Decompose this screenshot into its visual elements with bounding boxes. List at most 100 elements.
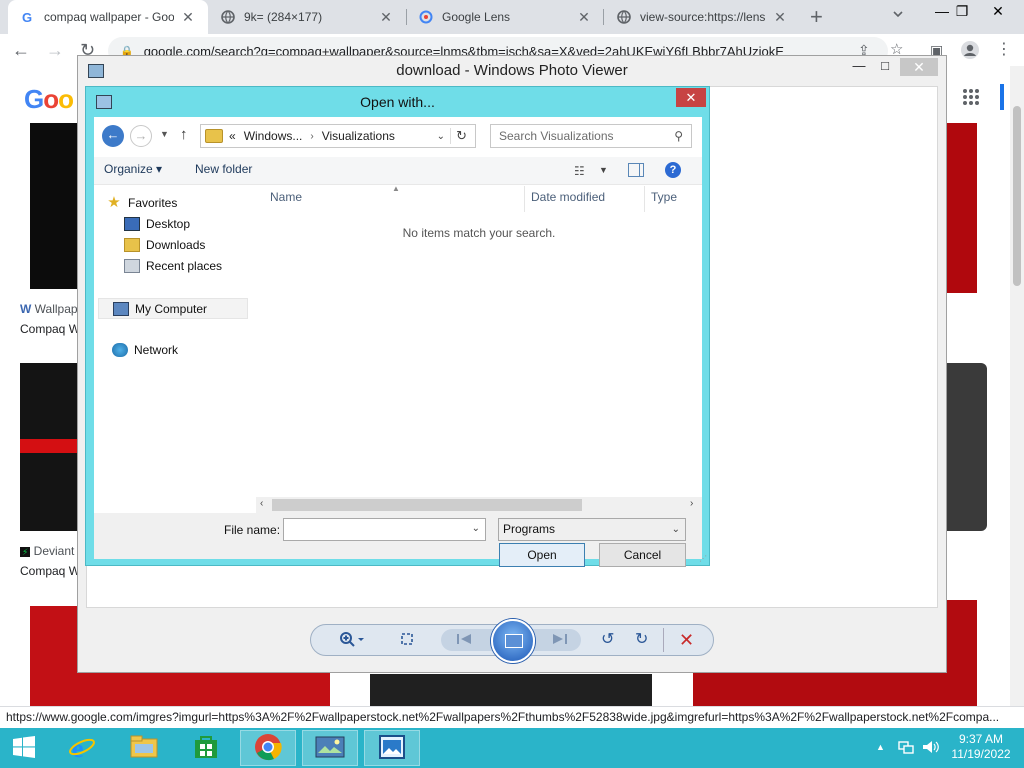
- cancel-button[interactable]: Cancel: [599, 543, 686, 567]
- new-tab-button[interactable]: +: [810, 4, 823, 30]
- open-button[interactable]: Open: [499, 543, 585, 567]
- taskbar-internet-explorer[interactable]: e: [54, 730, 110, 766]
- taskbar-chrome[interactable]: [240, 730, 296, 766]
- delete-icon[interactable]: ✕: [679, 631, 694, 649]
- result-thumbnail[interactable]: [370, 674, 652, 706]
- taskbar-file-explorer[interactable]: [116, 730, 172, 766]
- preview-pane-icon[interactable]: [628, 163, 644, 177]
- tab-compaq-wallpaper[interactable]: G compaq wallpaper - Goo ✕: [8, 0, 208, 34]
- result-source[interactable]: W Wallpap: [20, 302, 78, 316]
- horizontal-scrollbar[interactable]: ‹ ›: [256, 497, 702, 513]
- result-thumbnail[interactable]: [30, 123, 78, 289]
- recent-locations-dropdown-icon[interactable]: ▼: [160, 129, 169, 139]
- file-type-select[interactable]: Programs ⌄: [498, 518, 686, 541]
- result-source[interactable]: ⚡ Deviant: [20, 544, 74, 558]
- chevron-down-icon[interactable]: ▼: [599, 165, 608, 175]
- computer-icon: [113, 301, 129, 316]
- breadcrumb-item-windows[interactable]: Windows...: [244, 129, 303, 143]
- breadcrumb-overflow[interactable]: «: [229, 129, 236, 143]
- forward-icon[interactable]: →: [130, 125, 152, 147]
- zoom-icon[interactable]: [339, 631, 365, 654]
- photo-viewer-maximize-button[interactable]: □: [874, 58, 896, 73]
- internet-explorer-icon: e: [68, 733, 96, 764]
- page-scrollbar-thumb[interactable]: [1013, 106, 1021, 286]
- back-arrow-icon[interactable]: ←: [12, 40, 30, 60]
- previous-icon[interactable]: [455, 631, 475, 652]
- result-thumbnail[interactable]: [946, 363, 987, 531]
- breadcrumb[interactable]: « Windows... › Visualizations ⌄ ↻: [200, 124, 476, 148]
- slideshow-button[interactable]: [491, 619, 535, 663]
- network-status-icon[interactable]: [898, 739, 914, 768]
- browser-close-icon[interactable]: ✕: [980, 0, 1016, 24]
- tab-close-icon[interactable]: ✕: [378, 9, 394, 26]
- page-scrollbar[interactable]: [1010, 66, 1024, 706]
- start-button[interactable]: [0, 730, 48, 766]
- forward-arrow-icon[interactable]: →: [46, 40, 64, 60]
- photo-viewer-close-button[interactable]: ✕: [900, 58, 938, 76]
- search-input[interactable]: Search Visualizations ⚲: [490, 124, 692, 148]
- column-header-name[interactable]: Name: [270, 190, 302, 204]
- chevron-down-icon[interactable]: ⌄: [437, 131, 445, 142]
- show-hidden-icons-icon[interactable]: ▲: [876, 742, 885, 768]
- tab-image-9k[interactable]: 9k= (284×177) ✕: [208, 0, 406, 34]
- scroll-left-icon[interactable]: ‹: [260, 498, 263, 509]
- result-title[interactable]: Compaq W: [20, 322, 80, 336]
- tab-google-lens[interactable]: Google Lens ✕: [406, 0, 604, 34]
- profile-avatar-icon[interactable]: [960, 40, 980, 64]
- breadcrumb-item-visualizations[interactable]: Visualizations: [322, 129, 395, 143]
- nav-downloads[interactable]: Downloads: [124, 238, 205, 252]
- nav-recent-places[interactable]: Recent places: [124, 259, 222, 273]
- tab-close-icon[interactable]: ✕: [772, 9, 788, 26]
- column-header-type[interactable]: Type: [651, 190, 677, 204]
- nav-my-computer[interactable]: My Computer: [98, 298, 248, 319]
- taskbar-store[interactable]: [178, 730, 234, 766]
- nav-label: Recent places: [146, 259, 223, 273]
- column-header-date-modified[interactable]: Date modified: [531, 190, 605, 204]
- column-divider[interactable]: [644, 186, 645, 212]
- nav-network[interactable]: Network: [112, 343, 178, 357]
- back-icon[interactable]: ←: [102, 125, 124, 147]
- rotate-clockwise-icon[interactable]: ↻: [635, 631, 648, 649]
- store-icon: [193, 734, 219, 763]
- chevron-down-icon[interactable]: ⌄: [472, 523, 480, 534]
- taskbar-photo-viewer-dialog[interactable]: [364, 730, 420, 766]
- result-thumbnail[interactable]: [20, 363, 78, 531]
- google-lens-icon: [418, 9, 434, 25]
- taskbar-photo-viewer[interactable]: [302, 730, 358, 766]
- result-thumbnail[interactable]: [946, 123, 977, 293]
- tab-close-icon[interactable]: ✕: [576, 9, 592, 26]
- new-folder-button[interactable]: New folder: [195, 162, 252, 176]
- view-options-icon[interactable]: ☷: [574, 164, 585, 178]
- next-icon[interactable]: [549, 631, 569, 652]
- tab-search-chevron-icon[interactable]: [892, 8, 904, 23]
- organize-menu[interactable]: Organize ▾: [104, 162, 162, 176]
- volume-icon[interactable]: [922, 739, 940, 768]
- taskbar-clock[interactable]: 9:37 AM 11/19/2022: [945, 732, 1017, 762]
- nav-desktop[interactable]: Desktop: [124, 217, 190, 231]
- svg-text:G: G: [22, 10, 32, 24]
- resize-grip-icon[interactable]: ⋰: [699, 554, 707, 563]
- dialog-close-button[interactable]: ✕: [676, 88, 706, 107]
- result-title[interactable]: Compaq W: [20, 564, 80, 578]
- scrollbar-thumb[interactable]: [272, 499, 582, 511]
- google-logo[interactable]: Goo: [24, 84, 74, 115]
- dialog-title: Open with...: [360, 94, 435, 110]
- rotate-counterclockwise-icon[interactable]: ↺: [601, 631, 614, 649]
- chevron-down-icon[interactable]: ⌄: [672, 519, 680, 540]
- help-icon[interactable]: ?: [665, 162, 681, 178]
- photo-viewer-minimize-button[interactable]: —: [848, 58, 870, 73]
- up-arrow-icon[interactable]: ↑: [180, 126, 188, 143]
- file-name-field[interactable]: ⌄: [283, 518, 486, 541]
- clock-time: 9:37 AM: [958, 732, 1004, 746]
- chrome-menu-icon[interactable]: ⋮: [996, 40, 1012, 60]
- column-divider[interactable]: [524, 186, 525, 212]
- refresh-icon[interactable]: ↻: [456, 128, 467, 144]
- google-apps-icon[interactable]: [962, 88, 980, 111]
- tab-view-source[interactable]: view-source:https://lens ✕: [604, 0, 800, 34]
- tab-close-icon[interactable]: ✕: [180, 9, 196, 26]
- browser-restore-icon[interactable]: ❐: [944, 0, 980, 24]
- actual-size-icon[interactable]: [399, 631, 415, 652]
- scroll-right-icon[interactable]: ›: [690, 498, 693, 509]
- globe-icon: [616, 9, 632, 25]
- nav-favorites[interactable]: ★ Favorites: [106, 195, 177, 210]
